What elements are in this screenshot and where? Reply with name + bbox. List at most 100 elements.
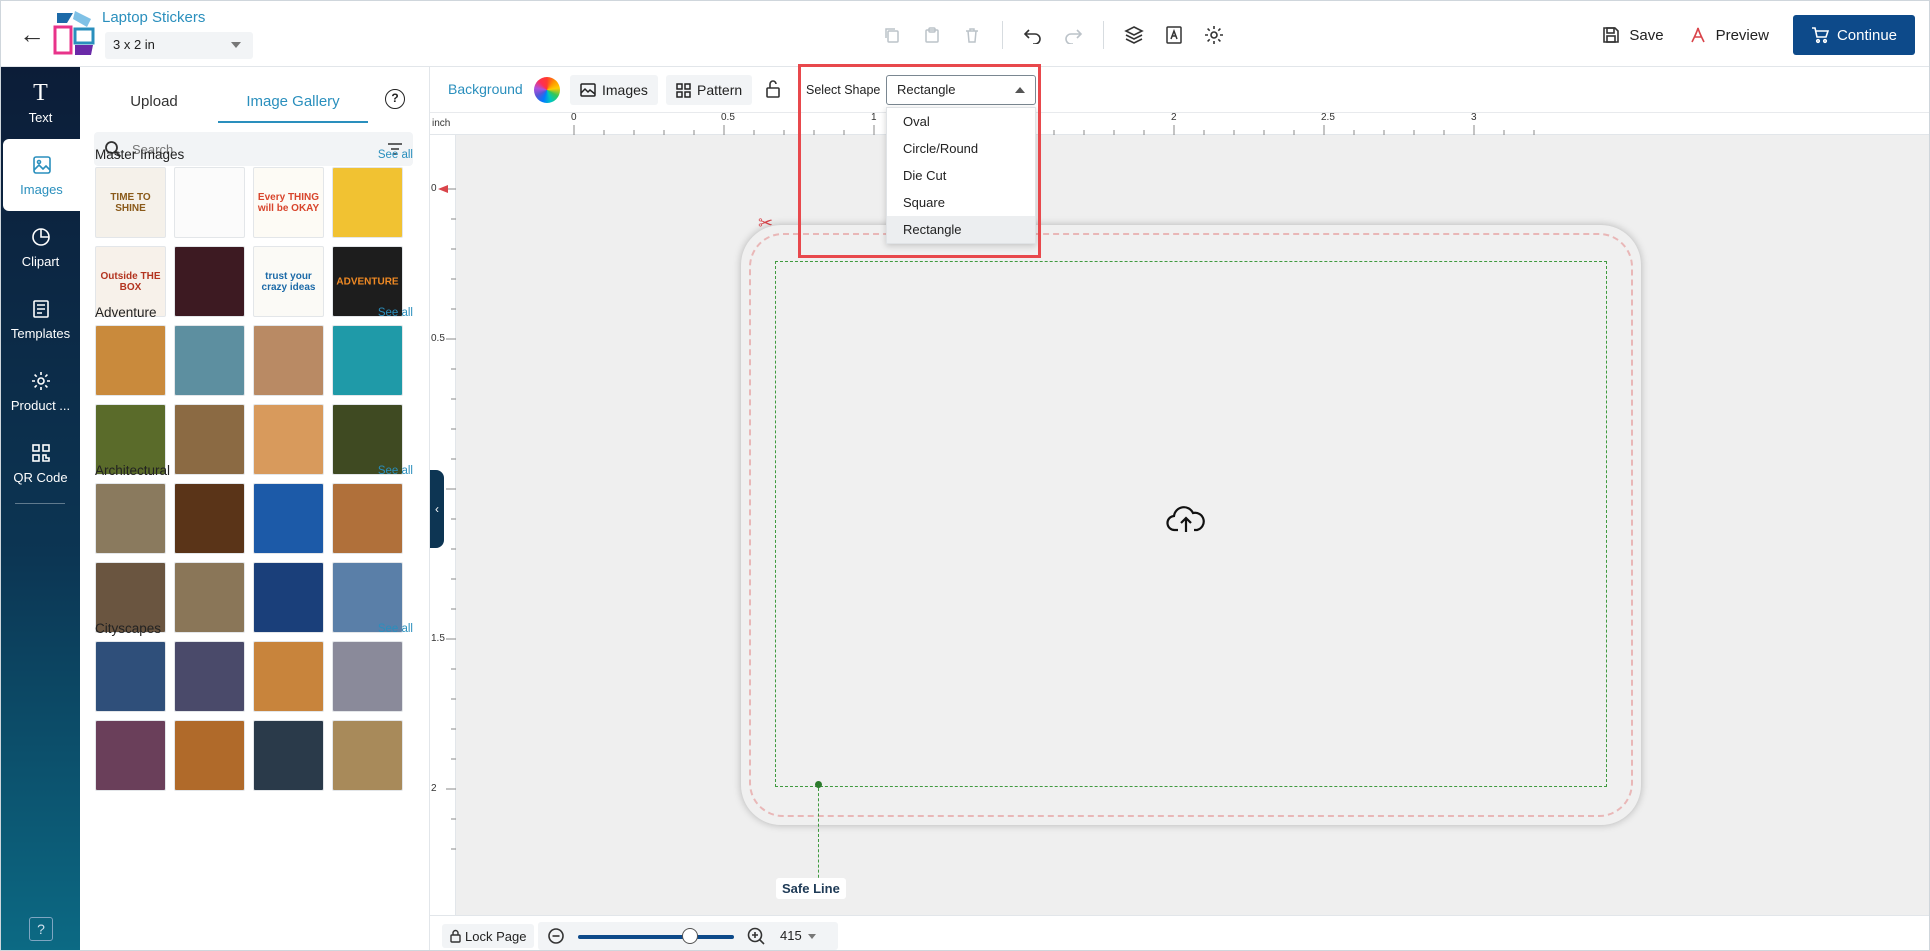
image-thumbnail[interactable]	[174, 720, 245, 791]
lock-page-button[interactable]: Lock Page	[442, 924, 535, 948]
preview-button[interactable]: Preview	[1688, 25, 1769, 45]
toolbar-divider	[1002, 21, 1003, 49]
safe-line-label: Safe Line	[776, 878, 846, 899]
shape-option-circle-round[interactable]: Circle/Round	[887, 135, 1035, 162]
rail-item-templates[interactable]: Templates	[1, 283, 80, 355]
settings-gear-icon[interactable]	[1196, 19, 1232, 51]
shape-option-square[interactable]: Square	[887, 189, 1035, 216]
image-thumbnail[interactable]	[174, 641, 245, 712]
see-all-link[interactable]: See all	[378, 307, 413, 319]
rail-item-text[interactable]: T Text	[1, 67, 80, 139]
image-thumbnail[interactable]	[174, 325, 245, 396]
background-images-button[interactable]: Images	[570, 75, 658, 105]
save-button[interactable]: Save	[1601, 25, 1664, 45]
shape-option-die-cut[interactable]: Die Cut	[887, 162, 1035, 189]
image-thumbnail[interactable]	[253, 483, 324, 554]
undo-icon[interactable]	[1015, 19, 1051, 51]
help-icon[interactable]: ?	[29, 917, 53, 941]
size-select[interactable]: 3 x 2 in	[105, 32, 253, 59]
thumbnail-grid	[95, 483, 415, 633]
rail-item-label: Product ...	[10, 397, 71, 413]
pattern-button-label: Pattern	[697, 82, 743, 98]
layers-icon[interactable]	[1116, 19, 1152, 51]
rail-item-label: Images	[20, 181, 63, 197]
image-thumbnail[interactable]	[95, 641, 166, 712]
image-thumbnail[interactable]	[174, 562, 245, 633]
shape-option-rectangle[interactable]: Rectangle	[887, 216, 1035, 243]
image-thumbnail[interactable]	[95, 720, 166, 791]
thumbnail-text: trust your crazy ideas	[261, 270, 316, 293]
zoom-out-icon[interactable]	[546, 926, 566, 946]
zoom-slider-track[interactable]	[578, 935, 734, 939]
image-thumbnail[interactable]	[174, 167, 245, 238]
rail-item-qr-code[interactable]: QR Code	[1, 427, 80, 499]
cart-icon	[1811, 27, 1829, 44]
image-panel: Upload Image Gallery ? Master Images See …	[80, 67, 430, 950]
thumbnail-grid	[95, 325, 415, 475]
redo-icon[interactable]	[1055, 19, 1091, 51]
chevron-up-icon	[1015, 87, 1025, 93]
section-title: Cityscapes	[95, 621, 162, 636]
tab-upload[interactable]: Upload	[94, 87, 214, 123]
shape-option-oval[interactable]: Oval	[887, 108, 1035, 135]
see-all-link[interactable]: See all	[378, 623, 413, 635]
chevron-down-icon[interactable]	[808, 934, 816, 939]
gear-icon	[31, 371, 50, 390]
image-thumbnail[interactable]	[253, 562, 324, 633]
thumbnail-grid: TIME TO SHINE Every THING will be OKAY Out…	[95, 167, 415, 317]
image-thumbnail[interactable]	[95, 325, 166, 396]
qr-code-icon	[31, 443, 50, 462]
image-thumbnail[interactable]: TIME TO SHINE	[95, 167, 166, 238]
pattern-button[interactable]: Pattern	[666, 75, 753, 105]
see-all-link[interactable]: See all	[378, 465, 413, 477]
font-icon[interactable]	[1156, 19, 1192, 51]
copy-icon[interactable]	[874, 19, 910, 51]
image-thumbnail[interactable]	[332, 325, 403, 396]
image-thumbnail[interactable]: Every THING will be OKAY	[253, 167, 324, 238]
image-thumbnail[interactable]	[174, 483, 245, 554]
sticker-shape[interactable]	[741, 225, 1641, 888]
continue-button[interactable]: Continue	[1792, 15, 1915, 55]
left-rail: T Text Images Clipart Templates Product …	[1, 67, 80, 950]
image-thumbnail[interactable]	[253, 404, 324, 475]
see-all-link[interactable]: See all	[378, 149, 413, 161]
zoom-in-icon[interactable]	[746, 926, 766, 946]
rail-item-images[interactable]: Images	[3, 139, 80, 211]
image-thumbnail[interactable]	[253, 720, 324, 791]
background-label[interactable]: Background	[448, 81, 523, 97]
cloud-upload-icon[interactable]	[1166, 504, 1206, 536]
rail-item-label: Clipart	[21, 253, 60, 269]
delete-icon[interactable]	[954, 19, 990, 51]
image-thumbnail[interactable]	[253, 325, 324, 396]
rail-item-clipart[interactable]: Clipart	[1, 211, 80, 283]
paste-icon[interactable]	[914, 19, 950, 51]
back-arrow-icon[interactable]: ←	[19, 21, 47, 49]
rail-item-label: Text	[28, 109, 53, 125]
zoom-slider-handle[interactable]	[682, 928, 699, 944]
images-button-label: Images	[602, 82, 648, 98]
rail-item-product[interactable]: Product ...	[1, 355, 80, 427]
rail-item-label: QR Code	[13, 469, 68, 485]
ruler-label: 0.5	[721, 112, 735, 123]
shape-dropdown-menu: Oval Circle/Round Die Cut Square Rectang…	[886, 107, 1036, 244]
question-icon[interactable]: ?	[385, 89, 405, 109]
image-thumbnail[interactable]	[332, 167, 403, 238]
collapse-panel-chevron-icon[interactable]: ‹	[430, 470, 444, 548]
shape-select[interactable]: Rectangle	[886, 75, 1036, 105]
design-canvas[interactable]: ✂ Safe Line	[456, 135, 1929, 915]
image-thumbnail[interactable]: trust your crazy ideas	[253, 246, 324, 317]
image-thumbnail[interactable]	[332, 641, 403, 712]
color-wheel-icon[interactable]	[534, 77, 560, 103]
image-thumbnail[interactable]	[95, 483, 166, 554]
image-thumbnail[interactable]	[332, 720, 403, 791]
image-thumbnail[interactable]	[332, 483, 403, 554]
preview-label: Preview	[1715, 26, 1769, 44]
rail-divider	[15, 503, 65, 504]
image-thumbnail[interactable]	[174, 404, 245, 475]
image-thumbnail[interactable]	[174, 246, 245, 317]
lock-icon	[450, 929, 461, 943]
image-thumbnail[interactable]	[253, 641, 324, 712]
unlock-icon[interactable]	[764, 79, 782, 99]
zoom-value[interactable]: 415	[780, 928, 802, 943]
tab-image-gallery[interactable]: Image Gallery	[218, 87, 368, 123]
